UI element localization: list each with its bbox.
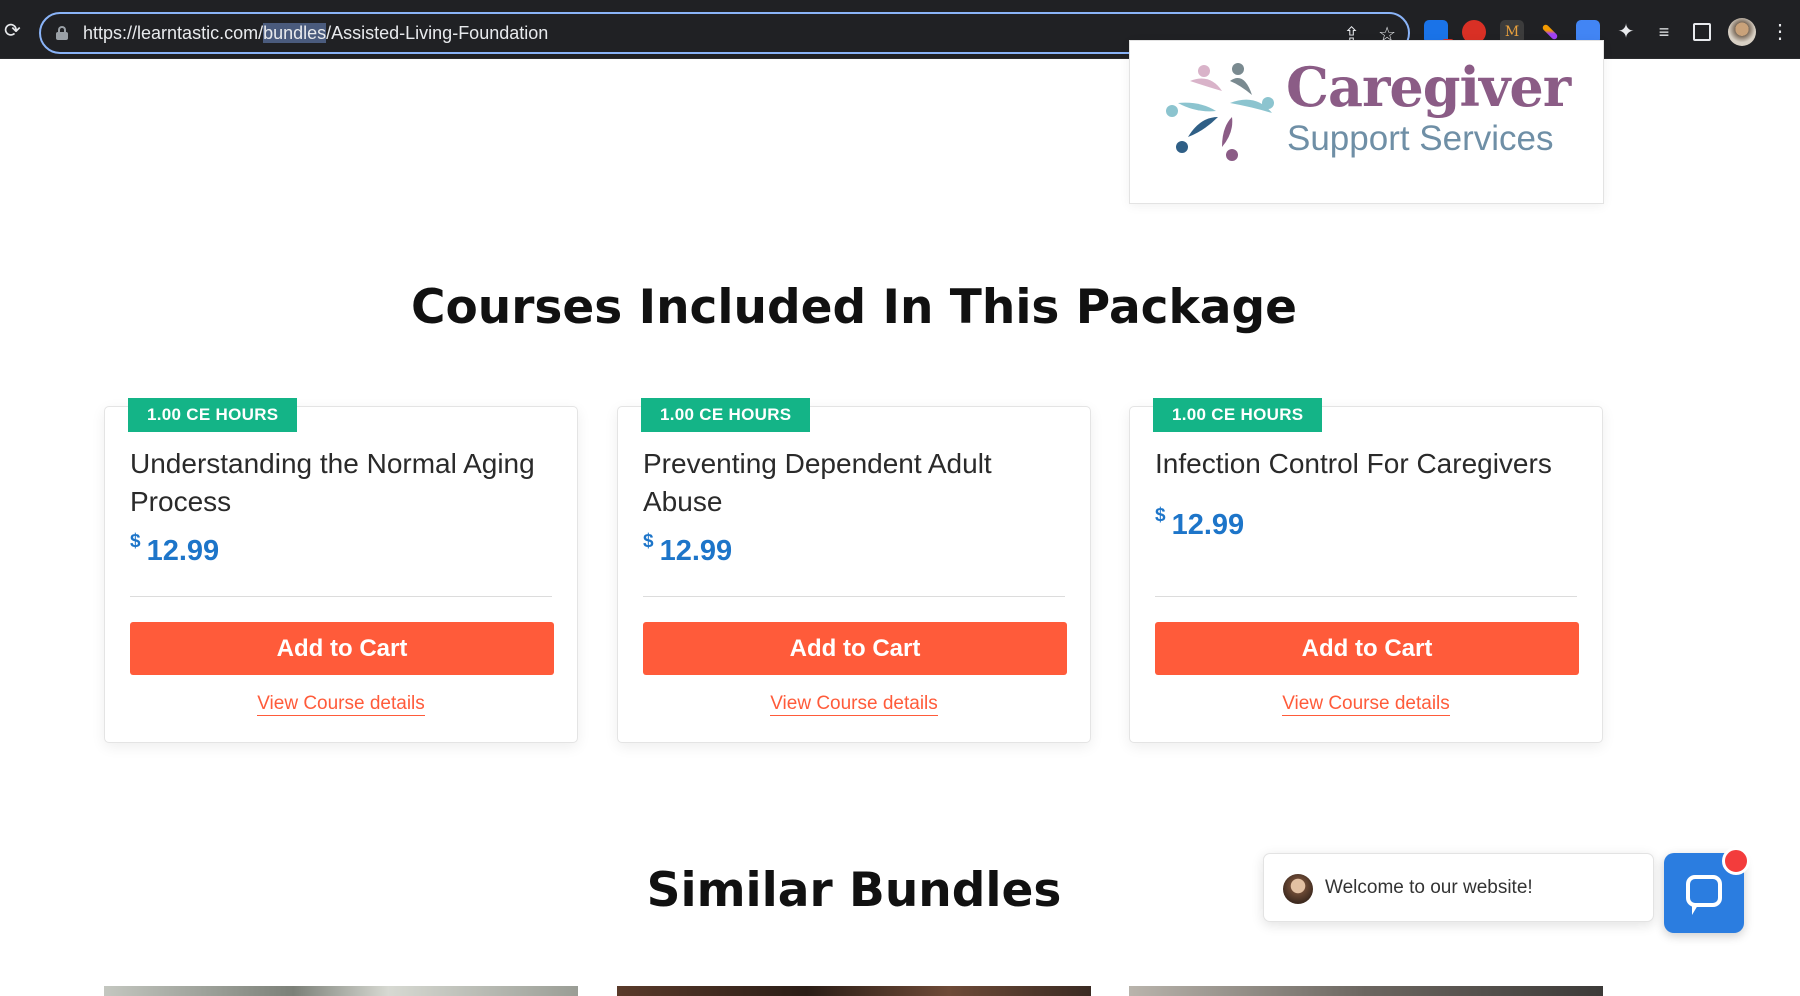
- chat-launcher-button[interactable]: [1664, 847, 1750, 933]
- card-divider: [643, 596, 1065, 597]
- course-title[interactable]: Preventing Dependent Adult Abuse: [643, 445, 1073, 521]
- card-divider: [130, 596, 552, 597]
- card-divider: [1155, 596, 1577, 597]
- profile-avatar[interactable]: [1728, 18, 1756, 46]
- course-price: $12.99: [130, 531, 220, 568]
- currency-symbol: $: [130, 531, 141, 552]
- url-text[interactable]: https://learntastic.com/bundles/Assisted…: [83, 23, 548, 44]
- browser-menu-icon[interactable]: ⋮: [1770, 20, 1790, 44]
- price-value: 12.99: [1171, 509, 1245, 541]
- bundle-thumbnail[interactable]: [1129, 986, 1603, 996]
- add-to-cart-button[interactable]: Add to Cart: [130, 622, 554, 675]
- course-title[interactable]: Infection Control For Caregivers: [1155, 445, 1585, 483]
- logo-subtitle: Support Services: [1287, 119, 1554, 158]
- reload-icon[interactable]: ⟳: [4, 20, 24, 40]
- courses-section-title: Courses Included In This Package: [410, 280, 1298, 335]
- ce-hours-badge: 1.00 CE HOURS: [128, 398, 298, 432]
- course-price: $12.99: [1155, 505, 1245, 542]
- ce-hours-badge: 1.00 CE HOURS: [641, 398, 811, 432]
- course-card: 1.00 CE HOURS Preventing Dependent Adult…: [617, 398, 1091, 743]
- currency-symbol: $: [1155, 505, 1166, 526]
- course-price: $12.99: [643, 531, 733, 568]
- bundle-thumbnail[interactable]: [104, 986, 578, 996]
- extensions-puzzle-icon[interactable]: ✦: [1614, 20, 1638, 44]
- media-queue-icon[interactable]: ≡: [1652, 20, 1676, 44]
- chat-welcome-message: Welcome to our website!: [1325, 877, 1533, 898]
- extension-pen-icon[interactable]: [1541, 23, 1559, 41]
- chat-welcome-bubble[interactable]: Welcome to our website!: [1263, 853, 1654, 922]
- ce-hours-badge: 1.00 CE HOURS: [1153, 398, 1323, 432]
- price-value: 12.99: [659, 535, 733, 567]
- add-to-cart-button[interactable]: Add to Cart: [643, 622, 1067, 675]
- add-to-cart-button[interactable]: Add to Cart: [1155, 622, 1579, 675]
- lock-icon[interactable]: [56, 26, 68, 40]
- price-value: 12.99: [146, 535, 220, 567]
- logo-title: Caregiver: [1286, 55, 1571, 119]
- course-title[interactable]: Understanding the Normal Aging Process: [130, 445, 560, 521]
- caregiver-logo-icon: [1166, 63, 1274, 161]
- course-card: 1.00 CE HOURS Infection Control For Care…: [1129, 398, 1603, 743]
- bundle-thumbnail[interactable]: [617, 986, 1091, 996]
- view-course-details-link[interactable]: View Course details: [1282, 693, 1450, 716]
- notification-dot: [1722, 847, 1750, 875]
- agent-avatar: [1283, 874, 1313, 904]
- side-panel-icon[interactable]: [1693, 23, 1711, 41]
- chat-icon: [1686, 875, 1722, 915]
- currency-symbol: $: [643, 531, 654, 552]
- view-course-details-link[interactable]: View Course details: [770, 693, 938, 716]
- course-card: 1.00 CE HOURS Understanding the Normal A…: [104, 398, 578, 743]
- bundle-logo-card: Caregiver Support Services: [1129, 40, 1604, 204]
- view-course-details-link[interactable]: View Course details: [257, 693, 425, 716]
